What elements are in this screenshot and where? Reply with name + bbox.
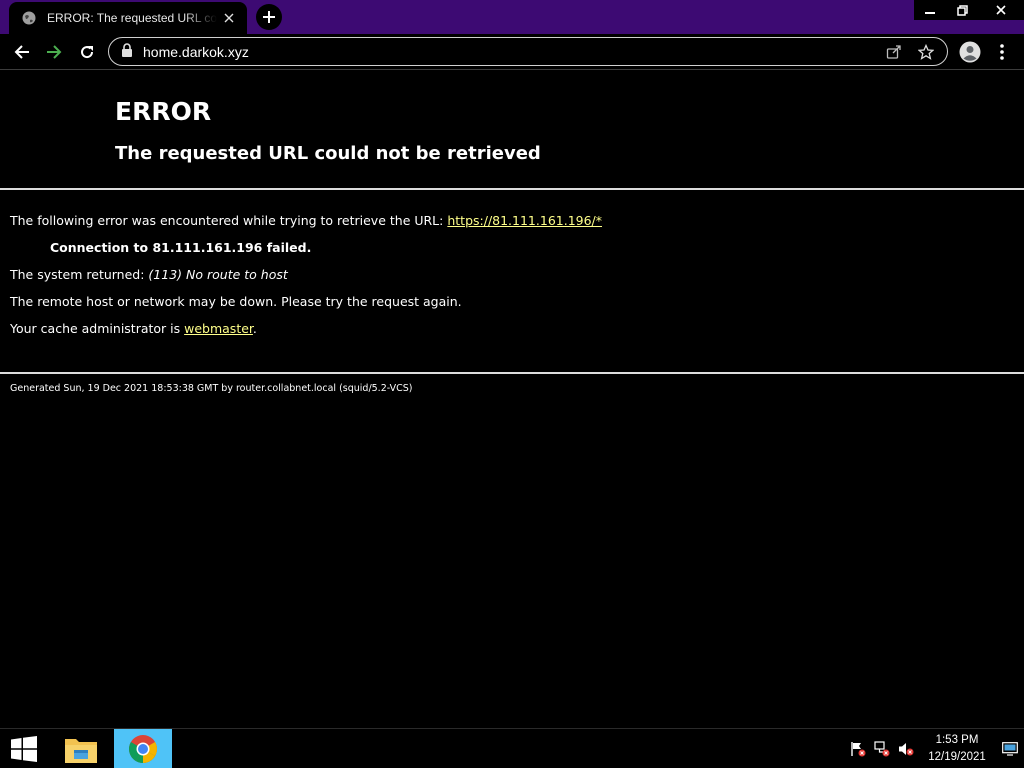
profile-button[interactable] bbox=[956, 38, 984, 66]
error-url-link[interactable]: https://81.111.161.196/* bbox=[447, 213, 602, 228]
taskbar-chrome[interactable] bbox=[114, 729, 172, 768]
generated-footer: Generated Sun, 19 Dec 2021 18:53:38 GMT … bbox=[10, 383, 413, 394]
restore-icon bbox=[956, 4, 968, 16]
system-returned-label: The system returned: bbox=[10, 267, 149, 282]
reload-button[interactable] bbox=[73, 38, 101, 66]
url-text[interactable]: home.darkok.xyz bbox=[143, 44, 873, 60]
avatar-icon bbox=[959, 41, 981, 63]
taskbar-clock[interactable]: 1:53 PM 12/19/2021 bbox=[924, 732, 990, 766]
volume-muted-icon[interactable] bbox=[894, 737, 918, 761]
close-tab-icon[interactable] bbox=[221, 10, 237, 26]
notification-icon bbox=[1002, 742, 1018, 756]
restore-button[interactable] bbox=[946, 0, 978, 20]
start-button[interactable] bbox=[0, 729, 48, 768]
system-error-message: (113) No route to host bbox=[148, 267, 288, 282]
share-icon[interactable] bbox=[883, 41, 905, 63]
clock-date: 12/19/2021 bbox=[928, 751, 986, 763]
forward-button[interactable] bbox=[40, 38, 68, 66]
back-arrow-icon bbox=[14, 45, 29, 59]
browser-tab[interactable]: ERROR: The requested URL could not be re… bbox=[9, 2, 247, 34]
forward-arrow-icon bbox=[47, 45, 62, 59]
page-content: ERROR The requested URL could not be ret… bbox=[0, 71, 1024, 728]
windows-taskbar: 1:53 PM 12/19/2021 bbox=[0, 728, 1024, 768]
back-button[interactable] bbox=[8, 38, 36, 66]
close-icon bbox=[996, 5, 1006, 15]
notifications-button[interactable] bbox=[996, 729, 1024, 768]
network-icon[interactable] bbox=[870, 737, 894, 761]
action-center-flag-icon[interactable] bbox=[846, 737, 870, 761]
error-url-line: The following error was encountered whil… bbox=[10, 213, 602, 228]
windows-logo-icon bbox=[11, 736, 37, 762]
menu-button[interactable] bbox=[988, 38, 1016, 66]
close-window-button[interactable] bbox=[978, 0, 1024, 20]
file-explorer-icon bbox=[65, 739, 97, 763]
cache-admin-line: Your cache administrator is webmaster. bbox=[10, 321, 257, 336]
browser-toolbar: home.darkok.xyz bbox=[0, 34, 1024, 70]
webmaster-link[interactable]: webmaster bbox=[184, 321, 253, 336]
error-url-label: The following error was encountered whil… bbox=[10, 213, 448, 228]
browser-titlebar: ERROR: The requested URL could not be re… bbox=[0, 0, 1024, 34]
bookmark-star-icon[interactable] bbox=[915, 41, 937, 63]
clock-time: 1:53 PM bbox=[935, 734, 979, 746]
connection-failed-text: Connection to 81.111.161.196 failed. bbox=[50, 240, 312, 255]
lock-icon[interactable] bbox=[121, 42, 133, 61]
plus-icon bbox=[263, 11, 275, 23]
chrome-icon bbox=[129, 735, 157, 764]
minimize-icon bbox=[925, 12, 935, 14]
divider bbox=[0, 372, 1024, 374]
minimize-button[interactable] bbox=[914, 0, 946, 20]
address-bar[interactable]: home.darkok.xyz bbox=[108, 37, 948, 66]
new-tab-button[interactable] bbox=[256, 4, 282, 30]
kebab-menu-icon bbox=[1000, 44, 1004, 60]
system-tray: 1:53 PM 12/19/2021 bbox=[846, 729, 1024, 768]
globe-icon bbox=[21, 10, 37, 26]
error-subheading: The requested URL could not be retrieved bbox=[115, 143, 541, 164]
error-heading: ERROR bbox=[115, 97, 212, 126]
tab-title: ERROR: The requested URL could not be re… bbox=[47, 11, 217, 25]
system-returned-line: The system returned: (113) No route to h… bbox=[10, 267, 288, 282]
reload-icon bbox=[81, 46, 94, 59]
taskbar-file-explorer[interactable] bbox=[52, 729, 110, 768]
divider bbox=[0, 188, 1024, 190]
window-controls bbox=[914, 0, 1024, 20]
remote-host-text: The remote host or network may be down. … bbox=[10, 294, 462, 309]
cache-admin-label: Your cache administrator is bbox=[10, 321, 185, 336]
cache-admin-period: . bbox=[252, 321, 257, 336]
